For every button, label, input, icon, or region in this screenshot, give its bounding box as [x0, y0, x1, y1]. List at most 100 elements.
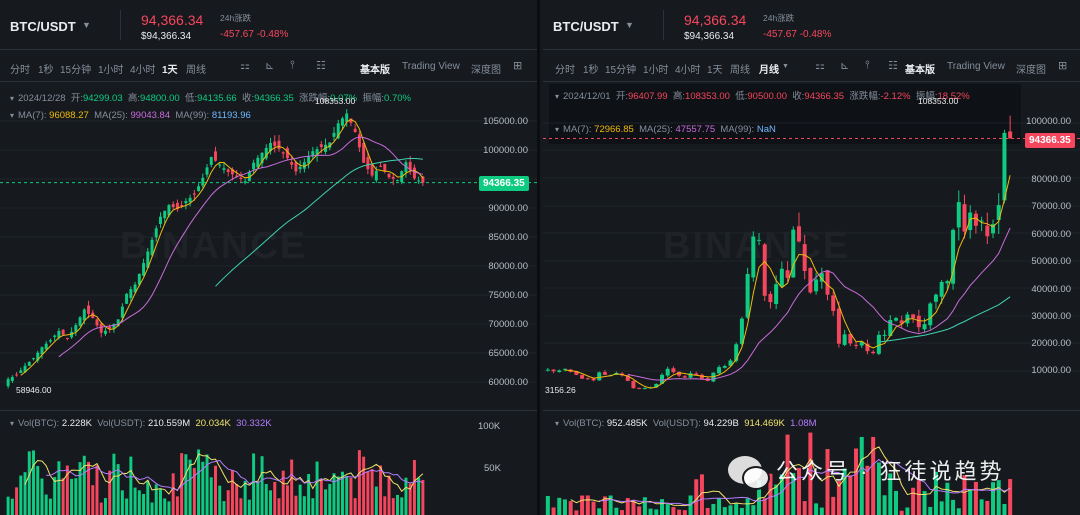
candle-body — [962, 204, 967, 232]
candle-body — [44, 343, 48, 350]
candle-body — [945, 281, 950, 284]
volume-bar — [814, 503, 819, 515]
candle-body — [808, 267, 813, 293]
volume-bar — [648, 508, 653, 515]
volume-bar — [91, 485, 95, 515]
volume-bar — [23, 472, 27, 515]
volume-bar — [269, 490, 273, 515]
candle-body — [188, 197, 192, 202]
volume-bar — [774, 484, 779, 515]
volume-bar — [252, 453, 256, 515]
candle-body — [277, 140, 281, 149]
candle-body — [637, 387, 642, 389]
candle-body — [779, 268, 784, 287]
volume-bar — [48, 498, 52, 515]
price-axis-label: 100000.00 — [1026, 116, 1071, 127]
volume-bar — [568, 501, 573, 515]
volume-bar — [10, 498, 14, 515]
candle-body — [184, 201, 188, 204]
candle-body — [922, 324, 927, 330]
candle-body — [882, 334, 887, 336]
volume-bar — [15, 487, 19, 515]
volume-bar — [112, 453, 116, 515]
volume-bar — [32, 450, 35, 515]
volume-bar — [197, 449, 201, 515]
candle-body — [911, 314, 916, 319]
volume-bar — [137, 490, 141, 515]
volume-bar — [580, 495, 585, 515]
volume-bar — [40, 478, 44, 515]
candle-body — [379, 165, 383, 167]
volume-bar — [163, 498, 167, 515]
volume-bar — [277, 498, 281, 515]
candle-body — [357, 134, 361, 148]
volume-bar — [391, 498, 395, 515]
volume-bar — [129, 456, 133, 515]
candle-body — [916, 315, 921, 328]
candle-body — [252, 162, 256, 170]
volume-bar — [175, 496, 179, 515]
volume-bar — [61, 478, 65, 515]
volume-bar — [302, 496, 306, 515]
candle-body — [281, 152, 285, 154]
candle-body — [239, 177, 243, 179]
candle-body — [27, 361, 31, 366]
current-price-tag: 94366.35 — [479, 176, 529, 191]
volume-bar — [345, 475, 349, 515]
volume-bar — [379, 465, 383, 515]
volume-bar — [591, 501, 596, 515]
candle-body — [125, 293, 129, 304]
price-axis-label: 90000.00 — [488, 203, 528, 214]
volume-bar — [637, 506, 642, 515]
volume-bar — [218, 485, 222, 515]
candle-body — [631, 380, 636, 389]
candle-body — [366, 157, 370, 170]
volume-bar — [95, 465, 99, 515]
volume-bar — [939, 501, 944, 515]
volume-bar — [660, 499, 664, 515]
volume-bar — [150, 502, 154, 515]
volume-bar — [120, 490, 124, 515]
candle-body — [1002, 132, 1007, 201]
candle-body — [19, 370, 23, 374]
volume-bar — [273, 481, 277, 515]
candle-body — [15, 374, 19, 376]
volume-bar — [226, 490, 230, 515]
candle-body — [814, 279, 819, 292]
volume-bar — [968, 489, 973, 515]
candle-body — [745, 274, 750, 318]
daily-candle-chart — [0, 109, 537, 515]
volume-bar — [290, 459, 294, 515]
volume-bar — [802, 501, 807, 515]
volume-bar — [882, 495, 887, 515]
candle-body — [95, 319, 99, 326]
candle-body — [939, 281, 944, 297]
divider — [543, 410, 1080, 411]
candle-body — [688, 373, 693, 378]
volume-bar — [557, 497, 562, 515]
volume-bar — [973, 481, 978, 515]
candle-body — [557, 370, 562, 373]
candle-body — [197, 186, 201, 192]
volume-bar — [1008, 479, 1013, 515]
candle-body — [597, 372, 602, 381]
low-label: 58946.00 — [16, 385, 52, 395]
wechat-icon — [728, 456, 770, 490]
volume-bar — [597, 508, 602, 515]
volume-bar — [751, 505, 756, 515]
price-axis-label: 80000.00 — [1031, 174, 1071, 185]
candle-body — [854, 344, 859, 346]
volume-bar — [146, 480, 150, 515]
high-label: 108353.00 — [315, 96, 356, 106]
candle-body — [545, 369, 550, 371]
volume-bar — [294, 495, 298, 515]
candle-body — [580, 374, 585, 379]
candle-body — [968, 212, 973, 231]
volume-bar — [722, 507, 727, 515]
volume-bar — [831, 496, 836, 515]
divider — [0, 410, 537, 411]
volume-bar — [366, 471, 370, 515]
candle-body — [205, 167, 209, 175]
candle-body — [671, 368, 676, 373]
ma-line — [564, 175, 1011, 389]
